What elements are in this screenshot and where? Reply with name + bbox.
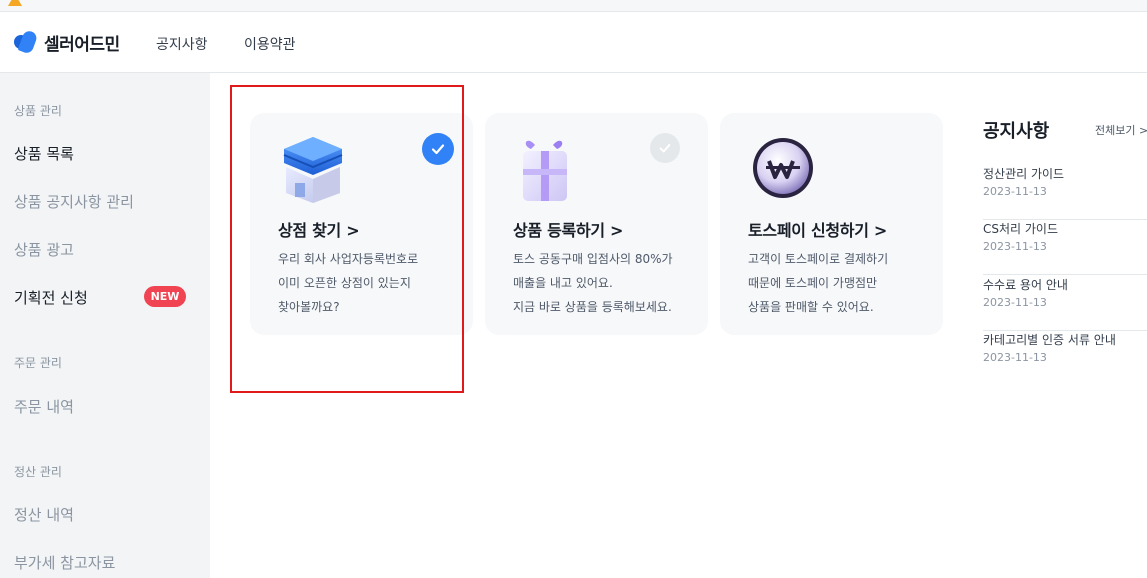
notice-item[interactable]: 정산관리 가이드 2023-11-13 xyxy=(983,165,1147,220)
window-strip xyxy=(0,0,1147,12)
sidebar-section-products: 상품 관리 xyxy=(14,104,62,118)
notice-item-title: 카테고리별 인증 서류 안내 xyxy=(983,333,1116,347)
nav-notices[interactable]: 공지사항 xyxy=(156,34,208,54)
sidebar: 상품 관리 상품 목록 상품 공지사항 관리 상품 광고 기획전 신청 NEW … xyxy=(0,73,210,578)
logo-mark-icon xyxy=(14,28,39,55)
notice-item-date: 2023-11-13 xyxy=(983,185,1047,198)
notice-item-date: 2023-11-13 xyxy=(983,240,1047,253)
notice-item-title: CS처리 가이드 xyxy=(983,222,1059,236)
toss-pay-coin-icon xyxy=(753,138,813,198)
top-header: 셀러어드민 공지사항 이용약관 xyxy=(0,12,1147,73)
notice-item-date: 2023-11-13 xyxy=(983,296,1047,309)
card-register-product[interactable]: 상품 등록하기 > 토스 공동구매 입점사의 80%가 매출을 내고 있어요. … xyxy=(485,113,708,335)
view-all-link[interactable]: 전체보기 > xyxy=(1095,122,1147,138)
card-description: 고객이 토스페이로 결제하기 때문에 토스페이 가맹점만 상품을 판매할 수 있… xyxy=(748,252,889,314)
notice-item-title: 정산관리 가이드 xyxy=(983,167,1065,181)
check-icon[interactable] xyxy=(650,133,680,163)
sidebar-item-product-list[interactable]: 상품 목록 xyxy=(14,143,74,164)
warning-icon xyxy=(8,0,22,6)
gift-icon xyxy=(523,140,567,201)
notice-item-title: 수수료 용어 안내 xyxy=(983,278,1068,292)
sidebar-item-vat-reference[interactable]: 부가세 참고자료 xyxy=(14,552,115,573)
card-title: 상품 등록하기 > xyxy=(513,221,624,240)
sidebar-item-settlement-history[interactable]: 정산 내역 xyxy=(14,504,74,525)
notice-item[interactable]: 카테고리별 인증 서류 안내 2023-11-13 xyxy=(983,331,1147,386)
nav-terms[interactable]: 이용약관 xyxy=(244,34,296,54)
sidebar-item-order-history[interactable]: 주문 내역 xyxy=(14,396,74,417)
notice-item[interactable]: 수수료 용어 안내 2023-11-13 xyxy=(983,276,1147,331)
logo[interactable]: 셀러어드민 xyxy=(14,28,120,55)
highlight-box xyxy=(230,85,464,393)
sidebar-item-product-notices[interactable]: 상품 공지사항 관리 xyxy=(14,191,134,212)
sidebar-section-settlement: 정산 관리 xyxy=(14,465,62,479)
notice-item[interactable]: CS처리 가이드 2023-11-13 xyxy=(983,220,1147,275)
card-title: 토스페이 신청하기 > xyxy=(748,221,888,240)
sidebar-section-orders: 주문 관리 xyxy=(14,356,62,370)
card-description: 토스 공동구매 입점사의 80%가 매출을 내고 있어요. 지금 바로 상품을 … xyxy=(513,252,673,314)
logo-text: 셀러어드민 xyxy=(44,35,120,55)
notice-panel-title: 공지사항 xyxy=(983,121,1050,142)
sidebar-item-promotion[interactable]: 기획전 신청 xyxy=(14,287,88,308)
card-toss-pay[interactable]: 토스페이 신청하기 > 고객이 토스페이로 결제하기 때문에 토스페이 가맹점만… xyxy=(720,113,943,335)
sidebar-item-product-ads[interactable]: 상품 광고 xyxy=(14,239,74,260)
notice-item-date: 2023-11-13 xyxy=(983,351,1047,364)
new-badge: NEW xyxy=(144,286,186,307)
